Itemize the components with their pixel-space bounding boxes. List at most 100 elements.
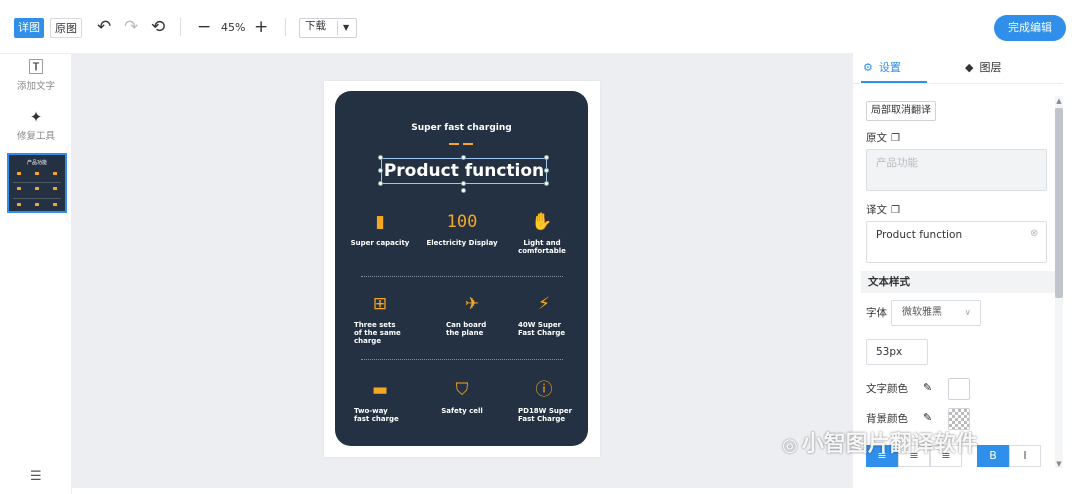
translation-text-field[interactable]: Product function [866,221,1047,263]
feature-label: PD18W Super Fast Charge [518,407,573,423]
copy-icon[interactable]: ❐ [891,133,900,144]
text-tool-icon: 🅃 [28,58,44,76]
shield-icon: ⛉ [455,380,469,400]
feature-item[interactable]: ▬ Two-way fast charge [338,377,422,423]
scrollbar-thumb[interactable] [1055,108,1063,298]
thumbnail-title: 产品功能 [26,160,47,166]
tab-divider [853,83,1063,84]
battery-icon: ▮ [375,212,385,232]
feature-item[interactable]: ✋ Light and comfortable [500,209,584,255]
feature-item[interactable]: ⊞ Three sets of the same charge [338,291,422,345]
feature-item[interactable]: ⚡ 40W Super Fast Charge [502,291,586,337]
feature-label: Two-way fast charge [354,407,399,423]
text-color-label: 文字颜色 [866,383,908,395]
clear-icon[interactable]: ⊗ [1030,228,1038,239]
thumbnail-icon [17,187,21,190]
undo-icon[interactable]: ↶ [97,16,111,38]
copy-icon[interactable]: ❐ [891,205,900,216]
lightning-icon: ⚡ [538,294,550,314]
feature-item[interactable]: 100 Electricity Display [420,209,504,247]
left-toolbar: 🅃 添加文字 ✦ 修复工具 产品功能 ☰ [0,54,72,494]
text-style-header: 文本样式 [861,271,1056,293]
tab-layers-label: 图层 [979,61,1002,74]
thumbnail-icon [53,187,57,190]
layers-icon: ◆ [965,61,974,74]
scroll-down-icon[interactable]: ▼ [1055,460,1063,468]
repair-tool[interactable]: ✦ 修复工具 [0,108,72,144]
collapse-panel-icon[interactable]: ☰ [30,469,42,484]
thumbnail-icon [35,172,39,175]
bolt-circle-icon: ⓘ [535,380,553,400]
section-divider [361,359,563,360]
image-page: Super fast charging Product function ▮ S… [324,81,600,457]
top-toolbar: 详图 原图 ↶ ↷ ⟲ − 45% + 下载 ▼ 完成编辑 [0,0,1080,54]
poster-title[interactable]: Product function [381,158,547,184]
wechat-icon: ◎ [782,435,798,456]
accent-dash [463,143,473,145]
original-text-field: 产品功能 [866,149,1047,191]
text-color-swatch[interactable] [948,378,970,400]
eyedropper-icon[interactable]: ✎ [923,411,932,424]
poster-subtitle[interactable]: Super fast charging [335,123,588,133]
add-text-tool[interactable]: 🅃 添加文字 [0,58,72,94]
thumbnail-icon [17,172,21,175]
zoom-out-icon[interactable]: − [197,16,211,38]
finish-edit-button[interactable]: 完成编辑 [994,15,1066,41]
thumbnail-icon [35,203,39,206]
partial-cancel-translation-button[interactable]: 局部取消翻译 [866,101,936,121]
section-divider [361,276,563,277]
redo-icon[interactable]: ↷ [124,16,138,38]
feature-item[interactable]: ⓘ PD18W Super Fast Charge [502,377,586,423]
original-label-text: 原文 [866,132,887,144]
feature-label: 40W Super Fast Charge [518,321,566,337]
rotate-handle[interactable] [461,188,466,193]
caret-down-icon[interactable]: ▼ [343,19,349,37]
mode-detail-button[interactable]: 详图 [14,18,44,38]
bg-color-label: 背景颜色 [866,413,908,425]
feature-label: Electricity Display [426,239,498,247]
feature-label: Light and comfortable [518,239,566,255]
thumbnail-icon [53,172,57,175]
feature-item[interactable]: ▮ Super capacity [338,209,422,247]
repair-label: 修复工具 [16,131,55,142]
tab-layers[interactable]: ◆ 图层 [965,58,1001,78]
feature-label: Three sets of the same charge [354,321,401,345]
feature-label: Safety cell [441,407,483,415]
tab-settings[interactable]: ⚙ 设置 [863,58,901,78]
magic-wand-icon: ✦ [29,108,43,126]
add-text-label: 添加文字 [16,81,55,92]
thumbnail-divider [13,198,61,199]
hand-icon: ✋ [531,212,553,232]
feature-item[interactable]: ⛉ Safety cell [420,377,504,415]
tab-settings-label: 设置 [878,61,901,74]
translation-label-text: 译文 [866,204,887,216]
bold-button[interactable]: B [977,445,1009,467]
download-label: 下载 [305,20,326,32]
mode-original-button[interactable]: 原图 [50,18,82,38]
watermark: ◎ 小智图片翻译软件 [782,426,978,458]
zoom-level: 45% [221,21,246,34]
gear-icon: ⚙ [863,61,873,74]
thumbnail-icon [53,203,57,206]
network-icon: ⊞ [372,294,388,314]
thumbnail-icon [35,187,39,190]
font-size-input[interactable]: 53px [866,339,928,365]
font-select[interactable]: 微软雅黑 ∨ [891,300,981,326]
history-icon[interactable]: ⟲ [151,16,165,38]
zoom-in-icon[interactable]: + [254,16,268,38]
accent-dash [449,143,459,145]
digital-display-icon: 100 [446,212,478,232]
thumbnail-icon [17,203,21,206]
download-button[interactable]: 下载 ▼ [299,18,357,38]
toolbar-divider [180,18,181,36]
scroll-up-icon[interactable]: ▲ [1055,97,1063,105]
page-thumbnail[interactable]: 产品功能 [7,153,67,213]
italic-button[interactable]: I [1009,445,1041,467]
watermark-text: 小智图片翻译软件 [801,432,978,457]
eyedropper-icon[interactable]: ✎ [923,381,932,394]
font-value: 微软雅黑 [902,307,942,318]
charge-battery-icon: ▬ [371,380,389,400]
thumbnail-divider [13,182,61,183]
toolbar-divider [285,18,286,36]
editor-canvas[interactable]: Super fast charging Product function ▮ S… [72,54,853,488]
